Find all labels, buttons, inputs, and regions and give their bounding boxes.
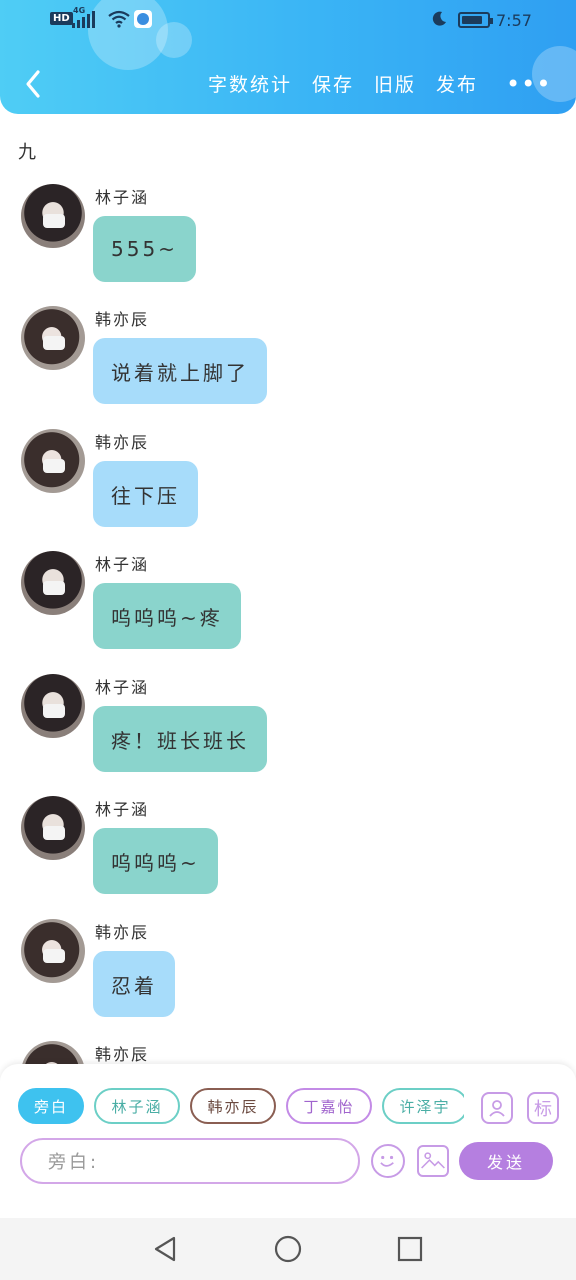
composer-panel: 旁白 林子涵 韩亦辰 丁嘉怡 许泽宇 标 旁白: 发送 [0, 1064, 576, 1218]
chip-character[interactable]: 丁嘉怡 [286, 1088, 372, 1124]
message-bubble[interactable]: 呜呜呜~ [93, 828, 218, 894]
publish-button[interactable]: 发布 [436, 70, 478, 97]
system-nav-bar [0, 1218, 576, 1280]
avatar-detail [43, 826, 65, 840]
avatar-detail [43, 459, 65, 473]
status-bar: HD 4G 7:57 [0, 6, 576, 34]
moon-icon [432, 11, 446, 26]
sender-name: 林子涵 [95, 800, 150, 819]
chip-narration[interactable]: 旁白 [18, 1088, 84, 1124]
wifi-icon [108, 10, 130, 28]
sender-name: 林子涵 [95, 188, 150, 207]
tag-label: 标 [534, 1099, 552, 1120]
chat-message: 林子涵呜呜呜~ [0, 788, 576, 898]
character-chip-row: 旁白 林子涵 韩亦辰 丁嘉怡 许泽宇 [18, 1088, 464, 1128]
sender-name: 韩亦辰 [95, 433, 150, 452]
chat-message: 韩亦辰 往下压 [0, 421, 576, 531]
avatar[interactable] [21, 306, 85, 370]
image-icon[interactable] [417, 1145, 449, 1177]
message-bubble[interactable]: 往下压 [93, 461, 198, 527]
avatar[interactable] [21, 429, 85, 493]
toolbar: 字数统计 保存 旧版 发布 ••• [0, 62, 576, 106]
emoji-icon[interactable] [371, 1144, 405, 1178]
chip-character[interactable]: 韩亦辰 [190, 1088, 276, 1124]
message-bubble[interactable]: 说着就上脚了 [93, 338, 267, 404]
chat-message: 韩亦辰 忍着 [0, 911, 576, 1021]
message-bubble[interactable]: 疼！班长班长 [93, 706, 267, 772]
battery-level [462, 16, 483, 24]
nav-recents-icon[interactable] [397, 1236, 423, 1262]
avatar-detail [43, 704, 65, 718]
save-button[interactable]: 保存 [312, 70, 354, 97]
avatar-detail [43, 336, 65, 350]
avatar[interactable] [21, 551, 85, 615]
more-icon[interactable]: ••• [506, 70, 551, 98]
avatar-detail [43, 214, 65, 228]
chat-message: 韩亦辰 说着就上脚了 [0, 298, 576, 408]
message-bubble[interactable]: 555~ [93, 216, 196, 282]
toolbar-actions: 字数统计 保存 旧版 发布 [208, 70, 478, 97]
tag-button[interactable]: 标 [527, 1092, 559, 1124]
chapter-title: 九 [18, 142, 36, 163]
sender-name: 韩亦辰 [95, 1045, 150, 1064]
chat-message: 林子涵 555~ [0, 176, 576, 286]
sender-name: 林子涵 [95, 555, 150, 574]
message-bubble[interactable]: 忍着 [93, 951, 175, 1017]
nav-back-icon[interactable] [152, 1235, 178, 1263]
chat-message: 林子涵呜呜呜~疼 [0, 543, 576, 653]
avatar[interactable] [21, 674, 85, 738]
old-version-button[interactable]: 旧版 [374, 70, 416, 97]
message-bubble[interactable]: 呜呜呜~疼 [93, 583, 241, 649]
message-input[interactable]: 旁白: [20, 1138, 360, 1184]
sender-name: 林子涵 [95, 678, 150, 697]
sender-name: 韩亦辰 [95, 310, 150, 329]
send-button[interactable]: 发送 [459, 1142, 553, 1180]
app-header: HD 4G 7:57 字数统计 保存 旧版 发布 ••• [0, 0, 576, 114]
sender-name: 韩亦辰 [95, 923, 150, 942]
avatar[interactable] [21, 919, 85, 983]
nav-home-icon[interactable] [274, 1235, 302, 1263]
avatar[interactable] [21, 796, 85, 860]
signal-icon [72, 10, 95, 28]
chat-message: 林子涵疼！班长班长 [0, 666, 576, 776]
hd-badge: HD [50, 12, 73, 25]
back-arrow-icon[interactable] [20, 66, 50, 102]
clock: 7:57 [496, 11, 532, 30]
avatar-detail [43, 581, 65, 595]
avatar[interactable] [21, 184, 85, 248]
input-placeholder: 旁白: [48, 1152, 100, 1173]
chip-character[interactable]: 许泽宇 [382, 1088, 464, 1124]
add-character-icon[interactable] [481, 1092, 513, 1124]
app-notification-icon [134, 10, 152, 28]
battery-icon [458, 12, 493, 28]
word-count-button[interactable]: 字数统计 [208, 70, 292, 97]
chip-character[interactable]: 林子涵 [94, 1088, 180, 1124]
avatar-detail [43, 949, 65, 963]
